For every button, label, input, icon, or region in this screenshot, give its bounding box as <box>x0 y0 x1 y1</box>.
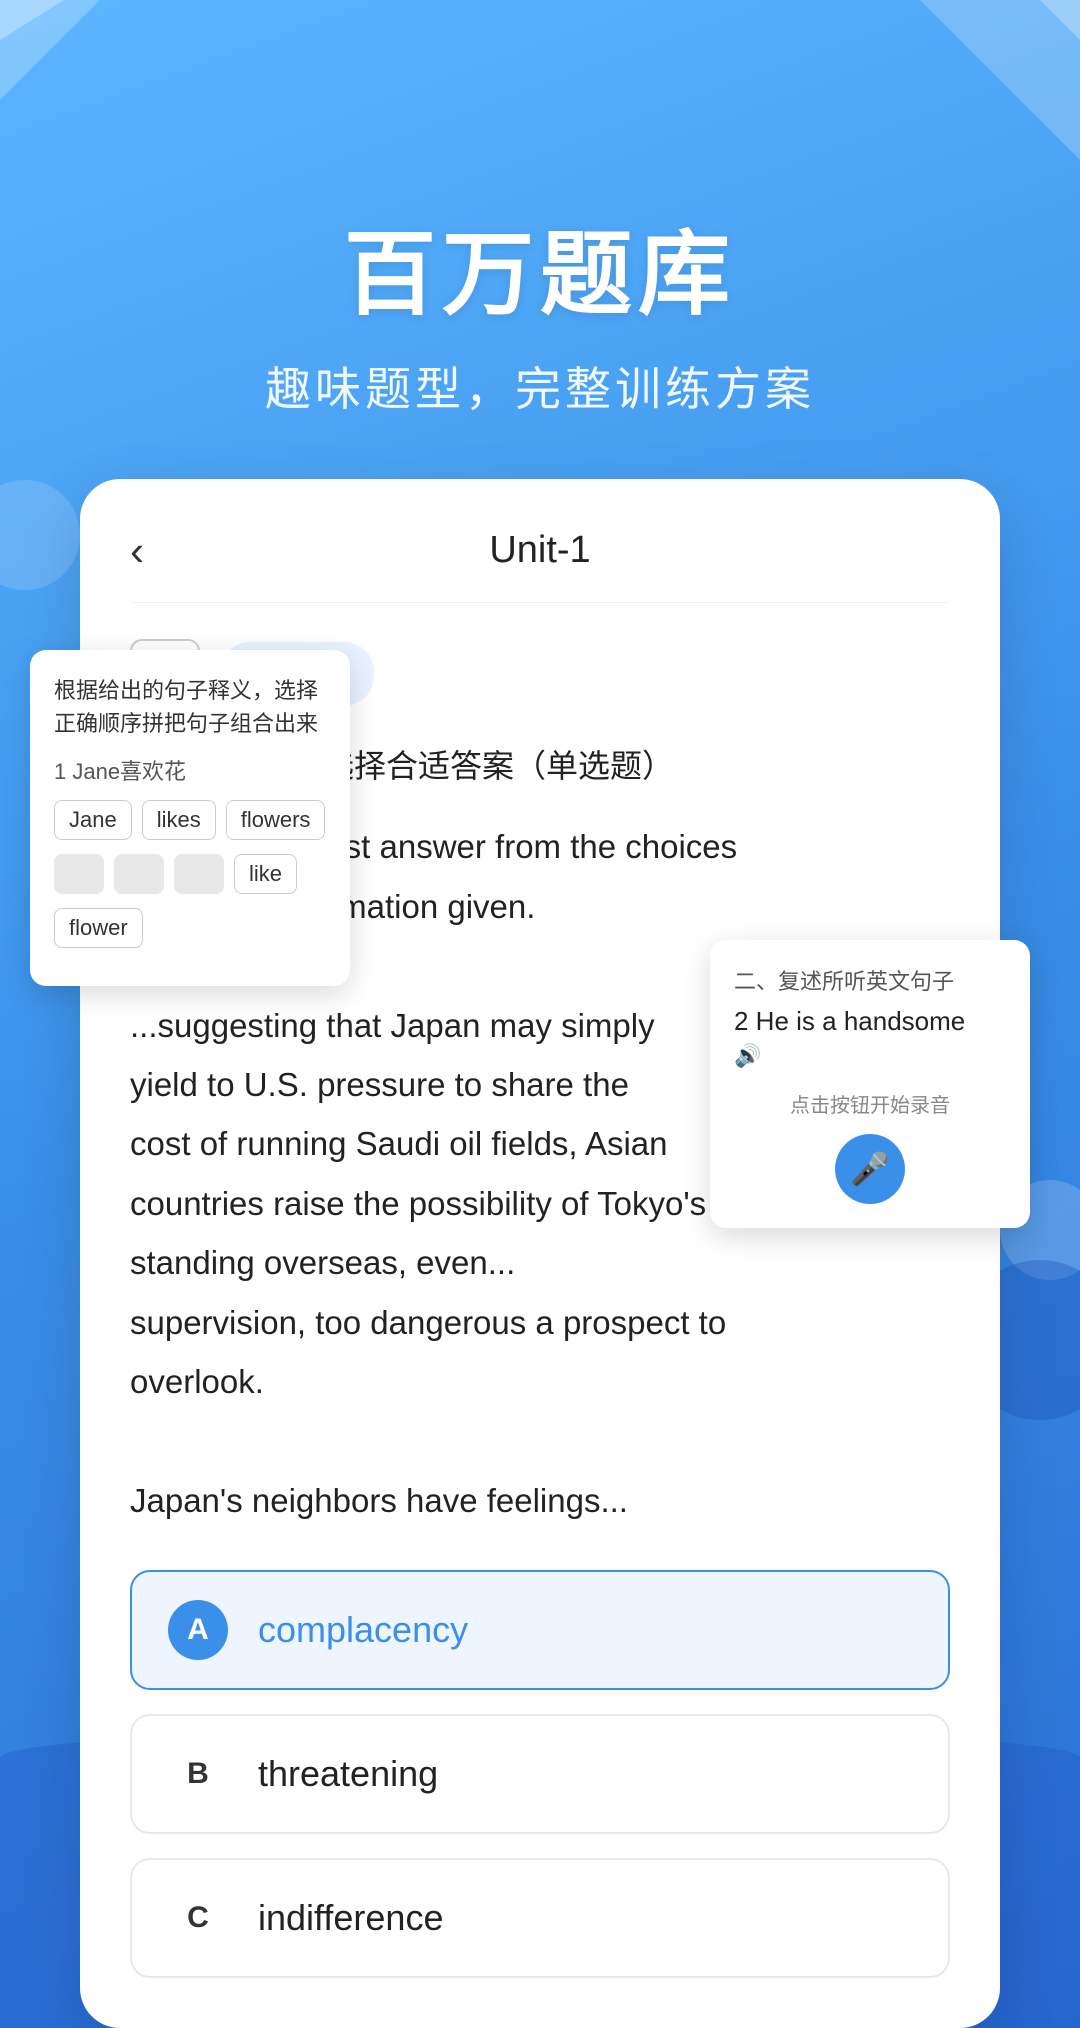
option-a[interactable]: A complacency <box>130 1570 950 1690</box>
listen-sentence: 2 He is a handsome <box>734 1006 1006 1037</box>
tooltip-sentence-label: 1 Jane喜欢花 <box>54 754 326 786</box>
chip-empty-3[interactable] <box>174 854 224 894</box>
option-c-text: indifference <box>258 1897 443 1939</box>
tooltip-listening: 二、复述所听英文句子 2 He is a handsome 🔊 点击按钮开始录音… <box>710 940 1030 1228</box>
option-a-text: complacency <box>258 1609 468 1651</box>
chip-like[interactable]: like <box>234 854 297 894</box>
mic-button[interactable]: 🎤 <box>835 1134 905 1204</box>
chips-row1: Jane likes flowers <box>54 800 326 840</box>
chip-empty-2[interactable] <box>114 854 164 894</box>
chip-jane[interactable]: Jane <box>54 800 132 840</box>
option-c[interactable]: C indifference <box>130 1858 950 1978</box>
mic-icon: 🎤 <box>850 1150 890 1188</box>
header-subtitle: 趣味题型，完整训练方案 <box>0 353 1080 419</box>
chips-row2: like <box>54 854 326 894</box>
chips-row3: flower <box>54 908 326 948</box>
option-b-label: B <box>168 1744 228 1804</box>
listen-sound-icon[interactable]: 🔊 <box>734 1043 1006 1069</box>
chip-empty-1[interactable] <box>54 854 104 894</box>
option-a-label: A <box>168 1600 228 1660</box>
tooltip-title: 根据给出的句子释义，选择正确顺序拼把句子组合出来 <box>54 674 326 740</box>
header-title: 百万题库 <box>0 200 1080 333</box>
listen-hint: 点击按钮开始录音 <box>734 1089 1006 1118</box>
chip-likes[interactable]: likes <box>142 800 216 840</box>
back-button[interactable]: ‹ <box>130 527 144 575</box>
tooltip-sentence-builder: 根据给出的句子释义，选择正确顺序拼把句子组合出来 1 Jane喜欢花 Jane … <box>30 650 350 986</box>
option-c-label: C <box>168 1888 228 1948</box>
options-list: A complacency B threatening C indifferen… <box>130 1570 950 2028</box>
card-header: ‹ Unit-1 <box>130 529 950 603</box>
unit-title: Unit-1 <box>489 529 590 572</box>
option-b[interactable]: B threatening <box>130 1714 950 1834</box>
header-area: 百万题库 趣味题型，完整训练方案 <box>0 0 1080 419</box>
listen-section-label: 二、复述所听英文句子 <box>734 964 1006 996</box>
chip-flowers[interactable]: flowers <box>226 800 326 840</box>
chip-flower[interactable]: flower <box>54 908 143 948</box>
option-b-text: threatening <box>258 1753 438 1795</box>
